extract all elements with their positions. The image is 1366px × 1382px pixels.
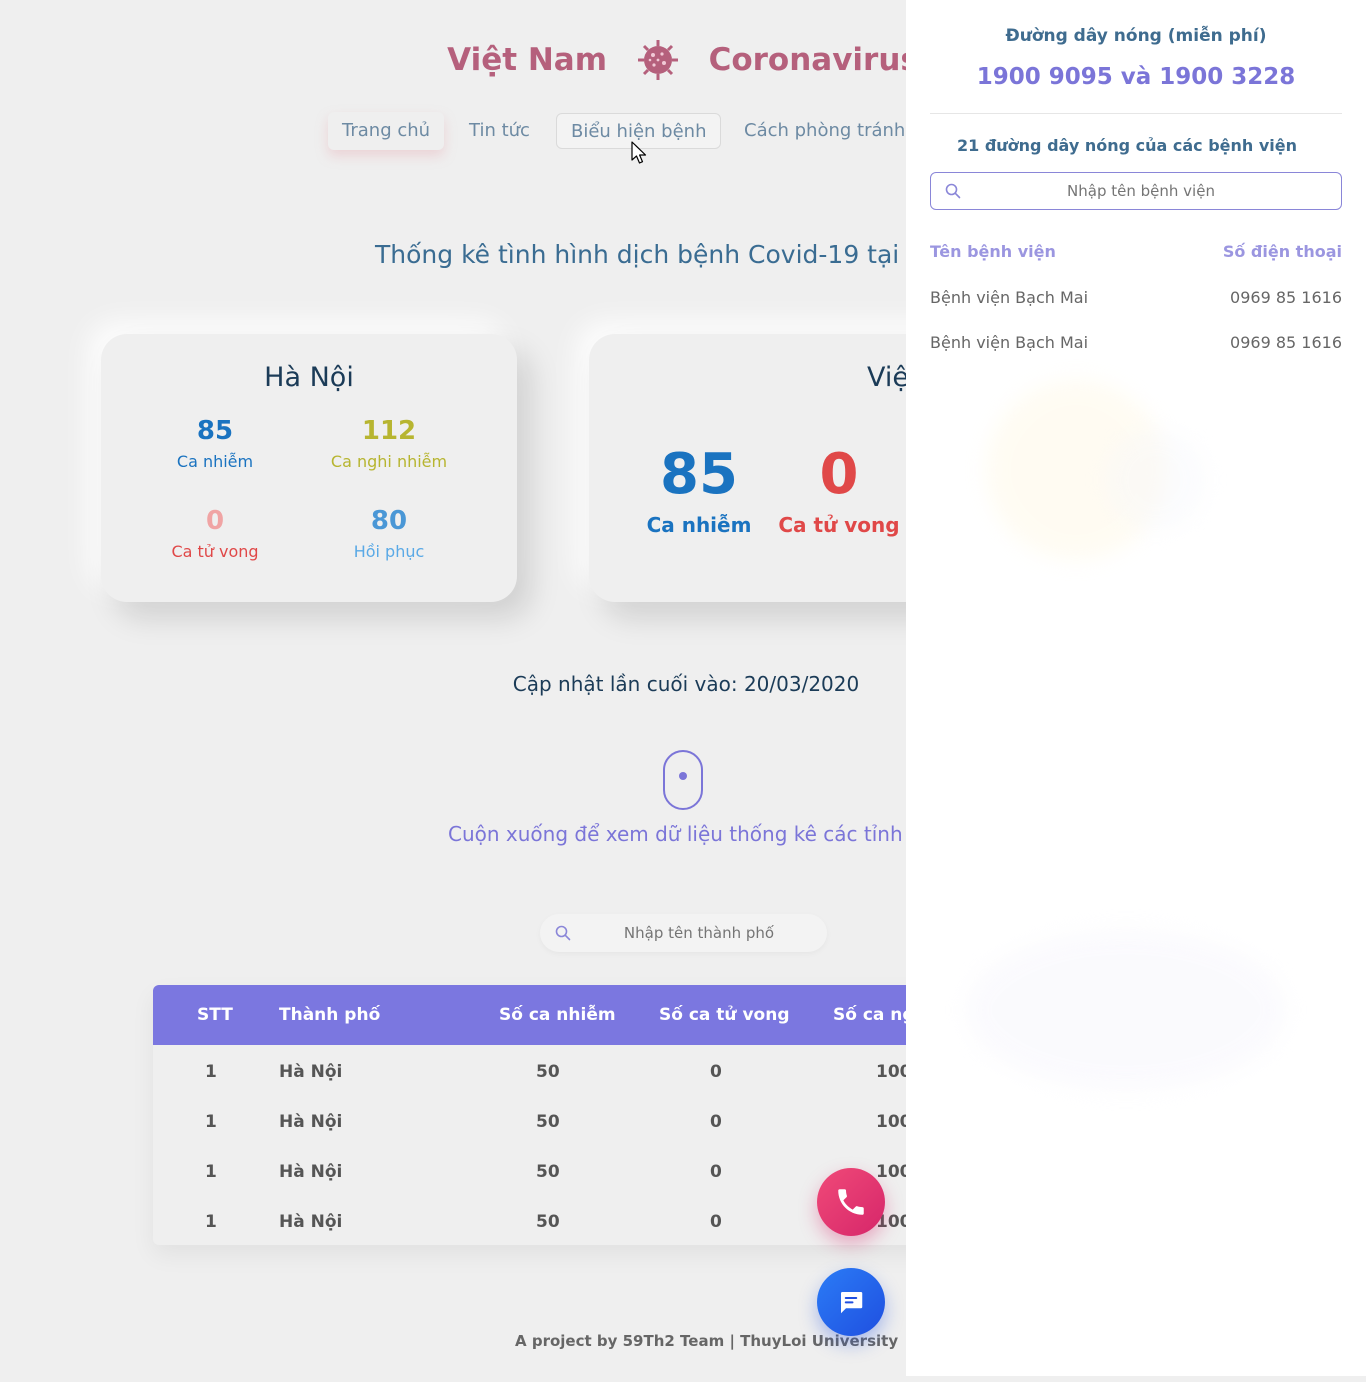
call-button[interactable] [817,1168,885,1236]
cell-deaths: 0 [710,1112,722,1132]
hospital-search-input[interactable] [971,173,1311,209]
hotline-numbers[interactable]: 1900 9095 và 1900 3228 [906,64,1366,90]
search-icon [945,183,961,199]
col-header-phone: Số điện thoại [1222,242,1342,261]
divider [930,113,1342,114]
cell-city: Hà Nội [279,1062,343,1082]
card-title: Hà Nội [264,362,354,393]
vietnam-stats-card: Việt Nam 85 Ca nhiễm 0 Ca tử vong [589,334,906,602]
cell-stt: 1 [205,1112,217,1132]
cell-deaths: 0 [710,1162,722,1182]
nav-item-news[interactable]: Tin tức [455,112,544,150]
deaths-count: 0 [205,506,225,536]
col-header-hospital-name: Tên bệnh viện [930,242,1056,261]
suspected-count: 112 [361,416,417,446]
hospital-phone[interactable]: 0969 85 1616 [1230,333,1342,352]
col-header-deaths[interactable]: Số ca tử vong [659,985,790,1045]
suspected-label: Ca nghi nhiễm [330,452,448,471]
hotline-panel: Đường dây nóng (miễn phí) 1900 9095 và 1… [906,0,1366,1376]
cell-infected: 50 [536,1062,560,1082]
infected-count: 85 [660,442,738,507]
hospital-row: Bệnh viện Bạch Mai 0969 85 1616 [930,288,1342,312]
hospital-name: Bệnh viện Bạch Mai [930,288,1089,307]
hanoi-recovered: 80 Hồi phục [309,506,469,561]
nav-item-home[interactable]: Trang chủ [328,112,445,150]
hotline-title: Đường dây nóng (miễn phí) [1005,26,1267,46]
cell-city: Hà Nội [279,1112,343,1132]
cell-deaths: 0 [710,1212,722,1232]
cell-infected: 50 [536,1162,560,1182]
cell-stt: 1 [205,1162,217,1182]
cell-suspected: 1000 [876,1112,906,1132]
table-row: 1 Hà Nội 50 0 1000 [153,1197,906,1245]
chat-icon [841,1292,863,1314]
cell-stt: 1 [205,1212,217,1232]
table-row: 1 Hà Nội 50 0 1000 [153,1047,906,1097]
recovered-label: Hồi phục [353,542,425,561]
vietnam-deaths: 0 Ca tử vong [764,442,906,537]
brand-right: Coronavirus [708,42,906,78]
brand-title: Việt Nam Coronavirus [0,38,906,82]
table-header: STT Thành phố Số ca nhiễm Số ca tử vong … [153,985,906,1045]
col-header-stt[interactable]: STT [197,985,233,1045]
hospital-hotlines-title: 21 đường dây nóng của các bệnh viện [956,136,1298,155]
brand-left: Việt Nam [447,42,607,78]
faded-background-art [1106,430,1206,530]
hospital-phone[interactable]: 0969 85 1616 [1230,288,1342,307]
recovered-count: 80 [370,506,408,536]
cell-city: Hà Nội [279,1162,343,1182]
hanoi-deaths: 0 Ca tử vong [135,506,295,561]
hospital-search-box [930,172,1342,210]
chat-button[interactable] [817,1268,885,1336]
deaths-count: 0 [819,442,859,507]
infected-label: Ca nhiễm [646,513,752,537]
infected-count: 85 [196,416,234,446]
infected-label: Ca nhiễm [176,452,254,471]
col-header-suspected[interactable]: Số ca nghi nhiễm [833,985,906,1045]
virus-icon [637,40,678,80]
deaths-label: Ca tử vong [171,542,259,561]
search-icon [555,925,571,941]
vietnam-infected: 85 Ca nhiễm [624,442,774,537]
cell-suspected: 1000 [876,1062,906,1082]
hospital-name: Bệnh viện Bạch Mai [930,333,1089,352]
main-content: Việt Nam Coronavirus Trang chủ Tin tức B… [0,0,906,1382]
city-stats-table: STT Thành phố Số ca nhiễm Số ca tử vong … [153,985,906,1245]
card-title: Việt Nam [867,362,906,393]
cell-infected: 50 [536,1112,560,1132]
cell-infected: 50 [536,1212,560,1232]
col-header-city[interactable]: Thành phố [279,985,380,1045]
last-updated: Cập nhật lần cuối vào: 20/03/2020 [512,672,860,696]
hanoi-stats-card: Hà Nội 85 Ca nhiễm 112 Ca nghi nhiễm 0 C… [101,334,517,602]
phone-icon [838,1189,864,1215]
nav-item-prevention[interactable]: Cách phòng tránh [730,112,906,150]
table-row: 1 Hà Nội 50 0 1000 [153,1147,906,1197]
mouse-cursor-icon [631,141,647,164]
deaths-label: Ca tử vong [778,513,900,537]
footer-credit: A project by 59Th2 Team | ThuyLoi Univer… [515,1332,899,1350]
city-search-input[interactable] [584,914,814,952]
col-header-infected[interactable]: Số ca nhiễm [499,985,616,1045]
city-search-box [540,914,827,952]
statistics-title: Thống kê tình hình dịch bệnh Covid-19 tạ… [375,240,906,269]
cell-stt: 1 [205,1062,217,1082]
table-row: 1 Hà Nội 50 0 1000 [153,1097,906,1147]
cell-city: Hà Nội [279,1212,343,1232]
cell-deaths: 0 [710,1062,722,1082]
scroll-mouse-icon [663,750,703,810]
scroll-hint: Cuộn xuống để xem dữ liệu thống kê các t… [448,822,906,846]
hanoi-suspected: 112 Ca nghi nhiễm [309,416,469,471]
hanoi-infected: 85 Ca nhiễm [135,416,295,471]
faded-background-art [966,930,1286,1090]
hospital-row: Bệnh viện Bạch Mai 0969 85 1616 [930,333,1342,357]
